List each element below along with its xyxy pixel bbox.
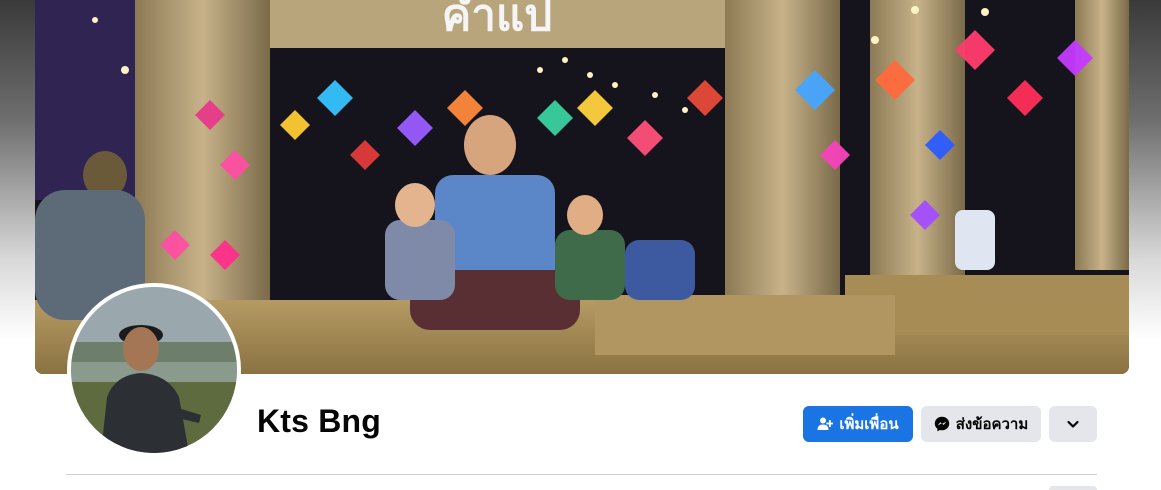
add-friend-icon (817, 416, 834, 432)
profile-header-divider (66, 474, 1097, 475)
more-options-button[interactable] (1049, 406, 1097, 442)
message-button[interactable]: ส่งข้อความ (921, 406, 1041, 442)
add-friend-label: เพิ่มเพื่อน (839, 416, 899, 433)
chevron-down-icon (1066, 417, 1080, 431)
profile-picture[interactable] (71, 287, 237, 453)
profile-picture-frame[interactable] (67, 283, 241, 457)
tab-overflow-button[interactable] (1049, 486, 1097, 490)
message-label: ส่งข้อความ (955, 416, 1029, 433)
profile-picture-image (71, 287, 237, 453)
add-friend-button[interactable]: เพิ่มเพื่อน (803, 406, 913, 442)
cover-sign-text: คำแป (442, 0, 552, 40)
profile-name: Kts Bng (257, 403, 382, 439)
messenger-icon (934, 416, 950, 432)
